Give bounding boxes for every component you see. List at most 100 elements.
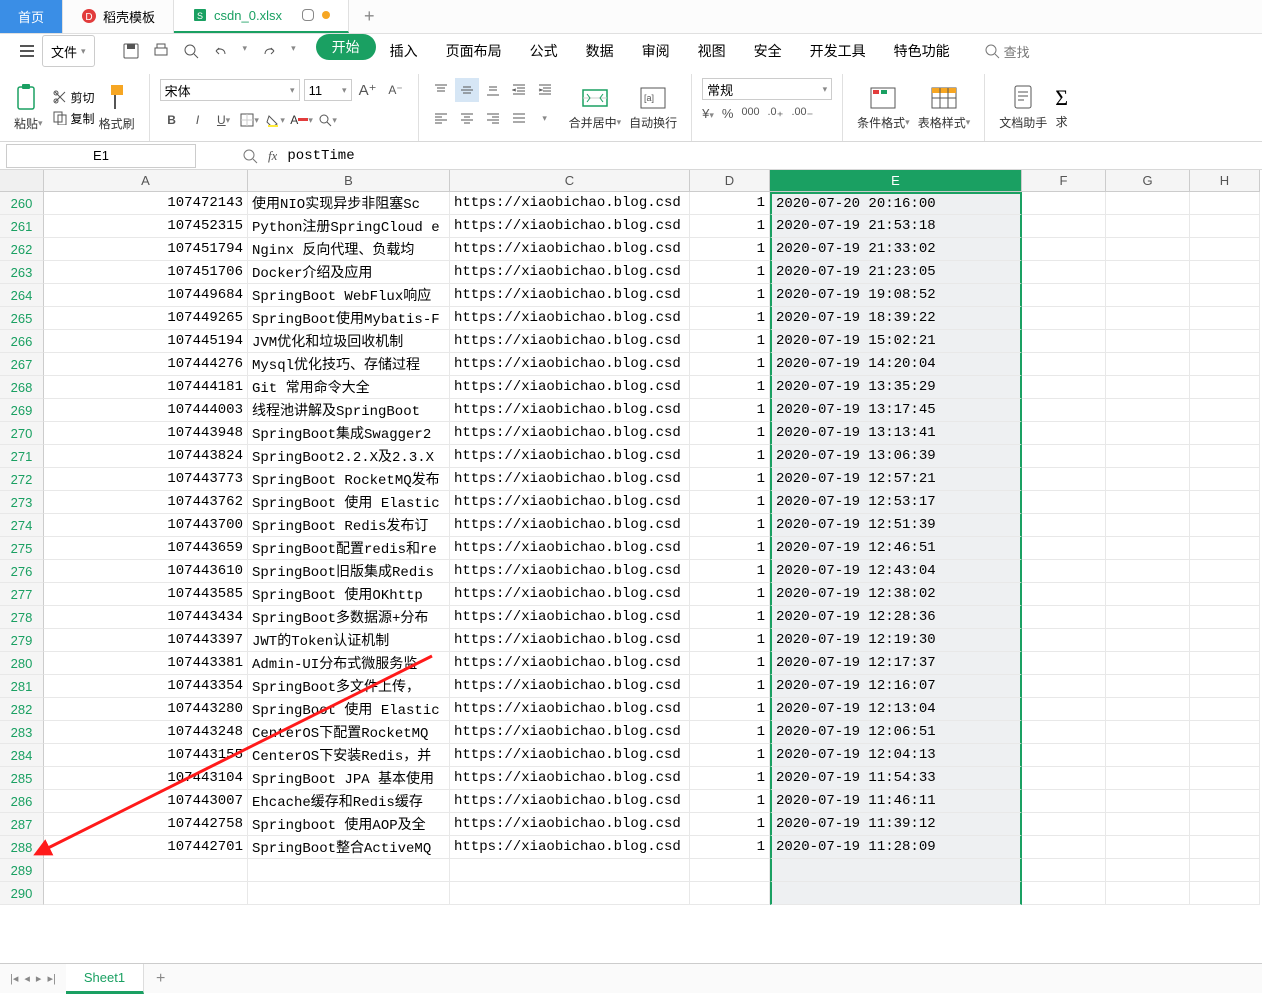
cell[interactable] bbox=[1022, 583, 1106, 606]
cell[interactable]: 107449265 bbox=[44, 307, 248, 330]
cell[interactable]: 使用NIO实现异步非阻塞Sc bbox=[248, 192, 450, 215]
row-header[interactable]: 278 bbox=[0, 606, 44, 629]
row-header[interactable]: 282 bbox=[0, 698, 44, 721]
ribbon-tab-dev[interactable]: 开发工具 bbox=[796, 34, 880, 68]
cell[interactable]: 2020-07-19 12:53:17 bbox=[770, 491, 1022, 514]
cell[interactable]: 107472143 bbox=[44, 192, 248, 215]
tab-new[interactable]: + bbox=[349, 0, 390, 33]
cell[interactable]: 107452315 bbox=[44, 215, 248, 238]
col-header-F[interactable]: F bbox=[1022, 170, 1106, 192]
cell[interactable]: 1 bbox=[690, 353, 770, 376]
row-header[interactable]: 281 bbox=[0, 675, 44, 698]
align-right-button[interactable] bbox=[481, 106, 505, 130]
cell[interactable] bbox=[1022, 376, 1106, 399]
distribute-button[interactable] bbox=[507, 106, 531, 130]
cell[interactable] bbox=[690, 859, 770, 882]
cell[interactable]: 2020-07-19 12:17:37 bbox=[770, 652, 1022, 675]
cell[interactable]: Docker介绍及应用 bbox=[248, 261, 450, 284]
zoom-formula-icon[interactable] bbox=[242, 148, 258, 164]
cell[interactable]: 1 bbox=[690, 445, 770, 468]
cell[interactable] bbox=[1022, 606, 1106, 629]
ribbon-tab-pagelayout[interactable]: 页面布局 bbox=[432, 34, 516, 68]
cell[interactable]: 2020-07-19 21:53:18 bbox=[770, 215, 1022, 238]
indent-right-button[interactable] bbox=[533, 78, 557, 102]
row-header[interactable]: 265 bbox=[0, 307, 44, 330]
cell[interactable] bbox=[1106, 514, 1190, 537]
cell[interactable]: 2020-07-19 12:13:04 bbox=[770, 698, 1022, 721]
cell[interactable]: 107443762 bbox=[44, 491, 248, 514]
cell[interactable] bbox=[450, 882, 690, 905]
cell[interactable]: https://xiaobichao.blog.csd bbox=[450, 399, 690, 422]
col-header-H[interactable]: H bbox=[1190, 170, 1260, 192]
redo-icon[interactable] bbox=[261, 43, 277, 59]
print-preview-icon[interactable] bbox=[183, 43, 199, 59]
cell[interactable] bbox=[1106, 583, 1190, 606]
cell[interactable]: 1 bbox=[690, 376, 770, 399]
row-header[interactable]: 271 bbox=[0, 445, 44, 468]
cell[interactable] bbox=[1106, 675, 1190, 698]
cell[interactable] bbox=[1190, 399, 1260, 422]
cell[interactable]: 1 bbox=[690, 330, 770, 353]
cell[interactable]: Nginx 反向代理、负载均 bbox=[248, 238, 450, 261]
ribbon-tab-formula[interactable]: 公式 bbox=[516, 34, 572, 68]
comma-button[interactable]: 000 bbox=[741, 106, 759, 124]
cell[interactable]: 1 bbox=[690, 698, 770, 721]
cell[interactable] bbox=[1022, 836, 1106, 859]
font-family-select[interactable]: 宋体▾ bbox=[160, 79, 300, 101]
col-header-B[interactable]: B bbox=[248, 170, 450, 192]
cell[interactable] bbox=[1022, 215, 1106, 238]
cell[interactable]: SpringBoot 使用 Elastic bbox=[248, 491, 450, 514]
row-header[interactable]: 274 bbox=[0, 514, 44, 537]
cell[interactable]: https://xiaobichao.blog.csd bbox=[450, 813, 690, 836]
cell[interactable]: JVM优化和垃圾回收机制 bbox=[248, 330, 450, 353]
file-menu[interactable]: 文件▾ bbox=[42, 35, 95, 67]
cell[interactable] bbox=[1022, 629, 1106, 652]
cell[interactable]: 1 bbox=[690, 675, 770, 698]
col-header-A[interactable]: A bbox=[44, 170, 248, 192]
sheet-nav-prev[interactable]: ◂ bbox=[24, 972, 30, 985]
row-header[interactable]: 268 bbox=[0, 376, 44, 399]
cell[interactable]: 107449684 bbox=[44, 284, 248, 307]
wrap-text-button[interactable]: [a] 自动换行 bbox=[625, 74, 681, 141]
cell[interactable] bbox=[1106, 882, 1190, 905]
cell[interactable]: 1 bbox=[690, 491, 770, 514]
cell[interactable] bbox=[1190, 721, 1260, 744]
cell[interactable]: 2020-07-19 12:51:39 bbox=[770, 514, 1022, 537]
row-header[interactable]: 261 bbox=[0, 215, 44, 238]
cell[interactable]: SpringBoot 使用OKhttp bbox=[248, 583, 450, 606]
cell[interactable]: 107443773 bbox=[44, 468, 248, 491]
cell[interactable] bbox=[690, 882, 770, 905]
cell[interactable]: 2020-07-19 12:38:02 bbox=[770, 583, 1022, 606]
cell[interactable]: 107444276 bbox=[44, 353, 248, 376]
cell[interactable] bbox=[1190, 537, 1260, 560]
number-format-select[interactable]: 常规▾ bbox=[702, 78, 832, 100]
cell[interactable] bbox=[1106, 491, 1190, 514]
cell[interactable]: SpringBoot整合ActiveMQ bbox=[248, 836, 450, 859]
cell[interactable] bbox=[1190, 376, 1260, 399]
sheet-nav-last[interactable]: ▸| bbox=[47, 972, 55, 985]
cell[interactable]: SpringBoot Redis发布订 bbox=[248, 514, 450, 537]
cell[interactable]: 107442701 bbox=[44, 836, 248, 859]
cell[interactable] bbox=[248, 859, 450, 882]
cell[interactable]: https://xiaobichao.blog.csd bbox=[450, 376, 690, 399]
cell[interactable]: https://xiaobichao.blog.csd bbox=[450, 721, 690, 744]
cell[interactable]: 107443700 bbox=[44, 514, 248, 537]
cell[interactable]: https://xiaobichao.blog.csd bbox=[450, 192, 690, 215]
cell[interactable]: 1 bbox=[690, 560, 770, 583]
cell[interactable]: 1 bbox=[690, 629, 770, 652]
font-size-select[interactable]: 11▾ bbox=[304, 79, 352, 101]
cell[interactable] bbox=[248, 882, 450, 905]
align-top-button[interactable] bbox=[429, 78, 453, 102]
cell[interactable]: 1 bbox=[690, 836, 770, 859]
border-button[interactable]: ▾ bbox=[238, 108, 262, 132]
print-icon[interactable] bbox=[153, 43, 169, 59]
cell[interactable]: 107443381 bbox=[44, 652, 248, 675]
save-icon[interactable] bbox=[123, 43, 139, 59]
undo-icon[interactable] bbox=[213, 43, 229, 59]
cell[interactable] bbox=[1022, 560, 1106, 583]
cell[interactable] bbox=[1190, 813, 1260, 836]
row-header[interactable]: 279 bbox=[0, 629, 44, 652]
tab-docer[interactable]: D 稻壳模板 bbox=[63, 0, 174, 33]
cell[interactable]: https://xiaobichao.blog.csd bbox=[450, 629, 690, 652]
cell[interactable]: 1 bbox=[690, 468, 770, 491]
